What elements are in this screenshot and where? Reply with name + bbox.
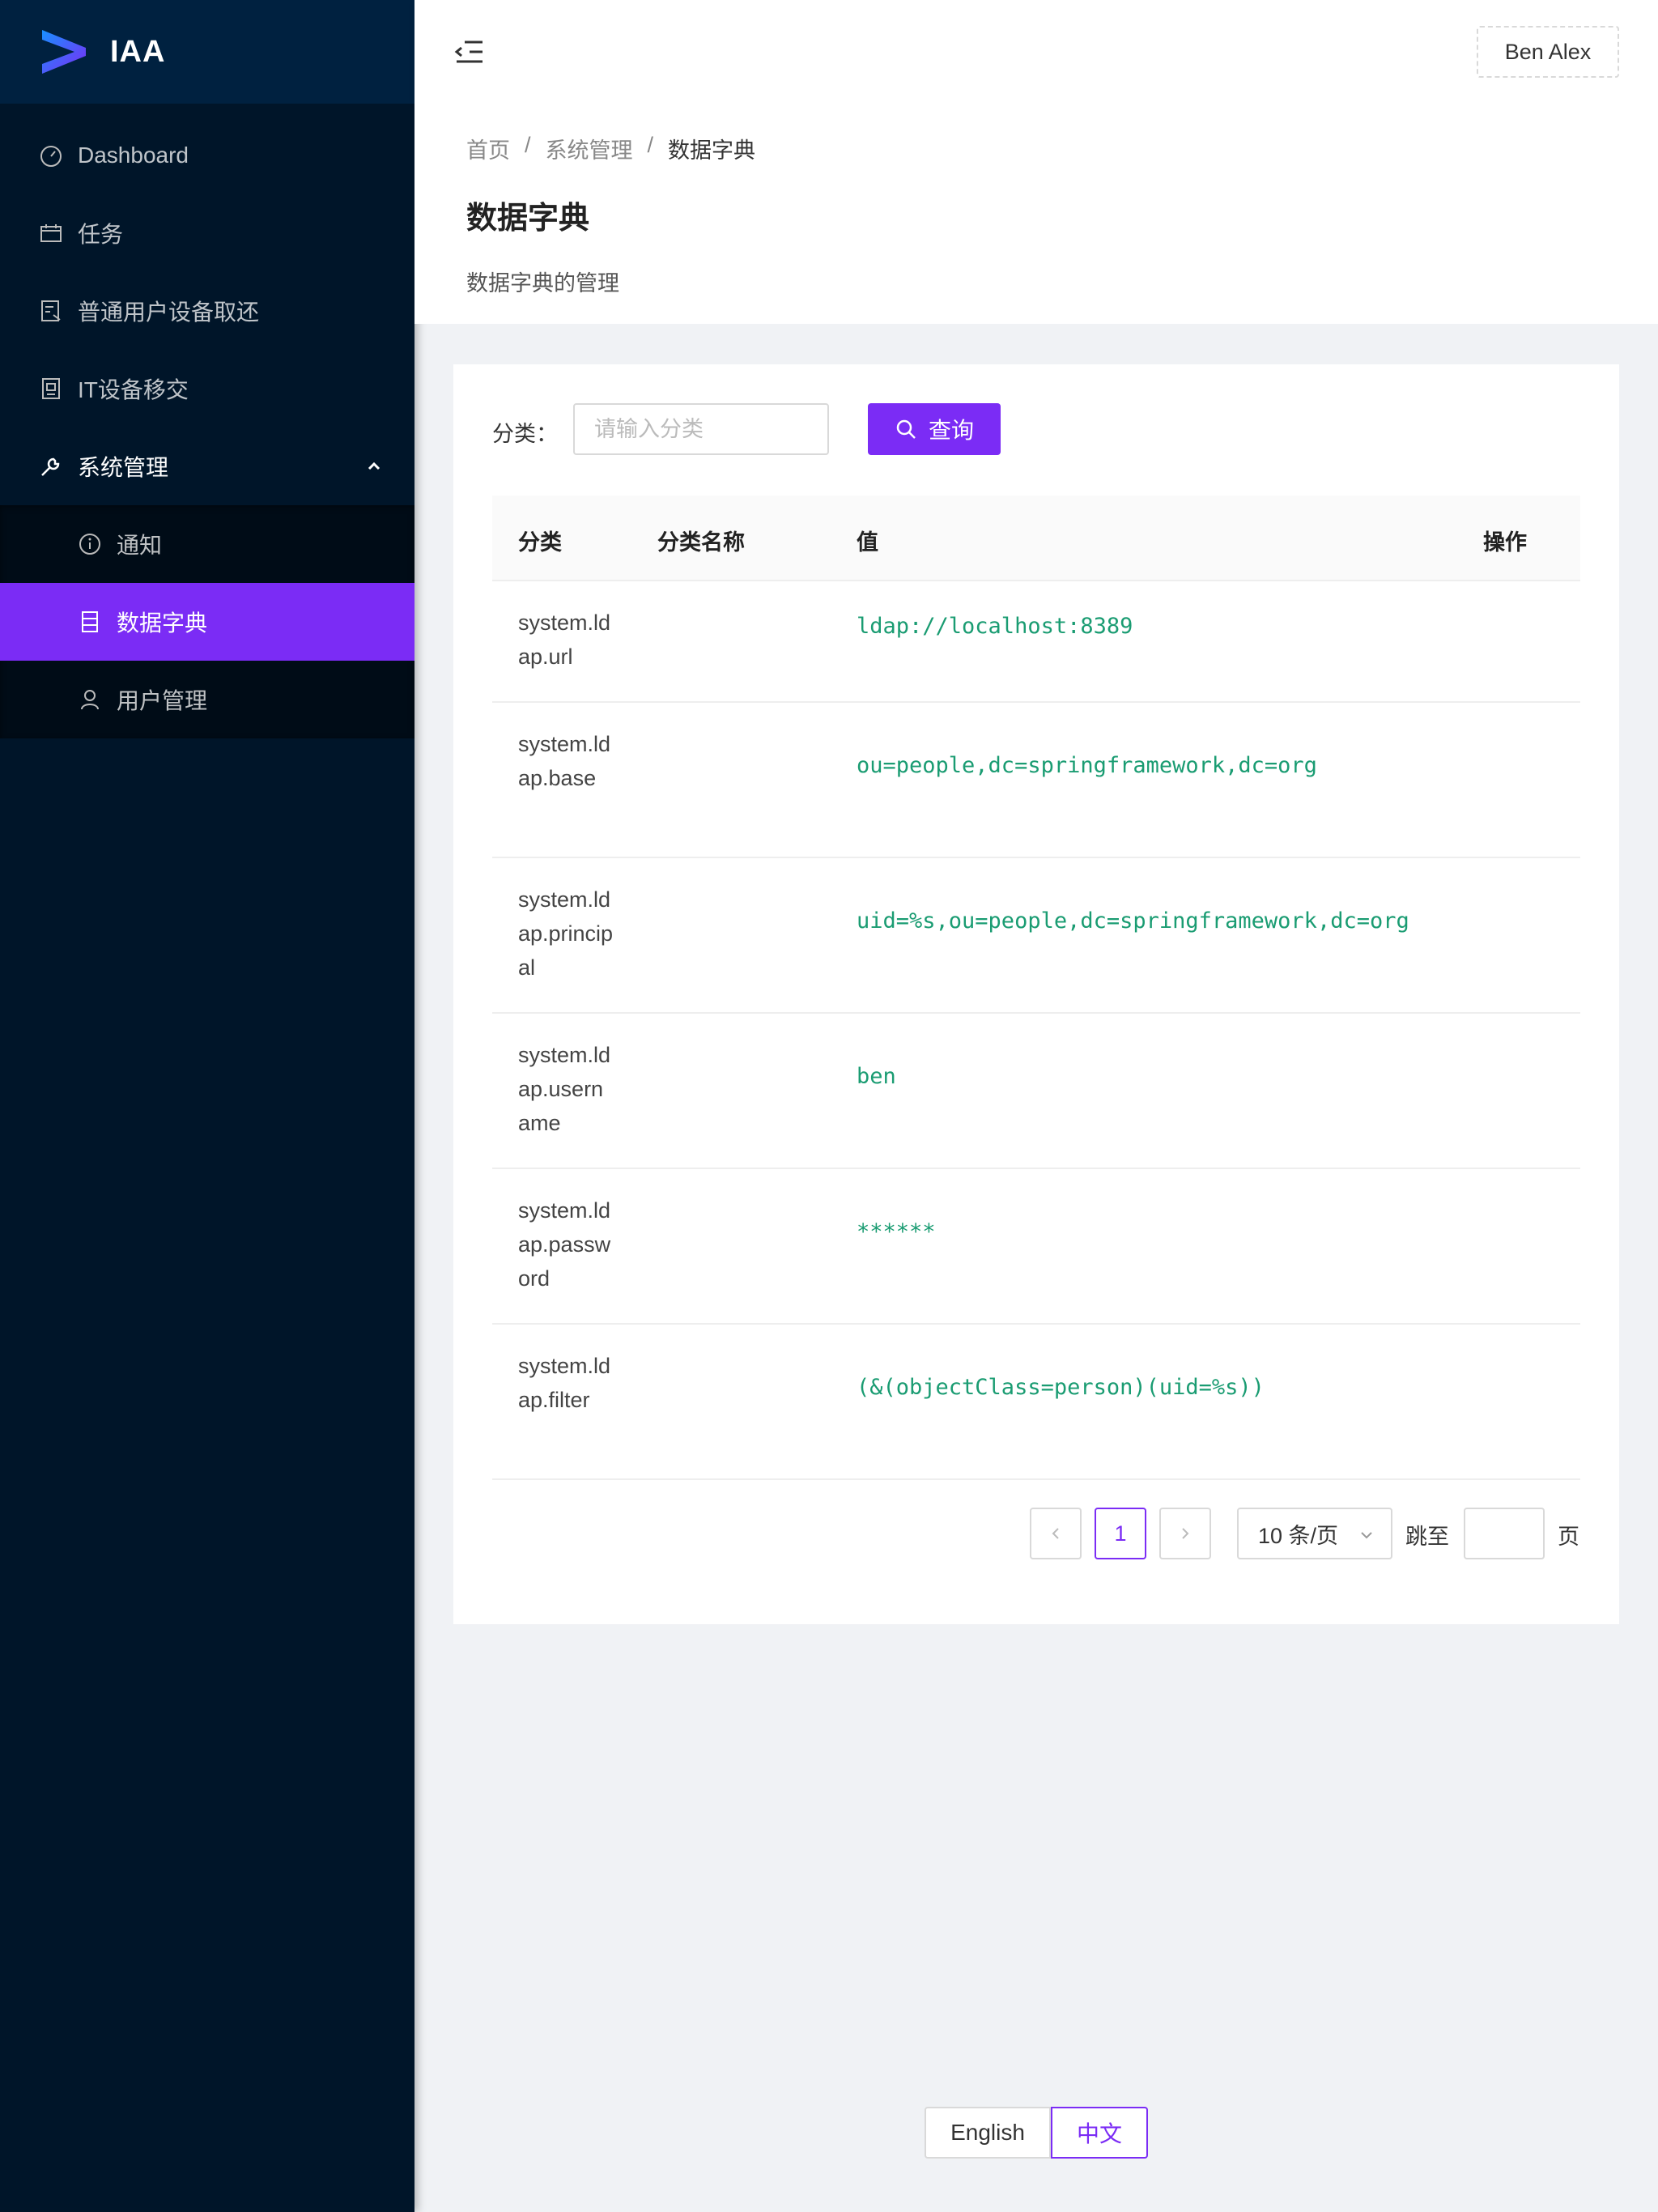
sidebar-item-label: Dashboard (78, 143, 189, 168)
sidebar-item-label: 用户管理 (117, 688, 208, 713)
breadcrumb-separator: / (647, 133, 654, 157)
logo[interactable]: IAA (0, 0, 414, 104)
table-row: system.ldap.username ben (492, 1014, 1580, 1169)
menu-fold-icon[interactable] (453, 36, 486, 68)
sidebar-item-it-handover[interactable]: IT设备移交 (0, 350, 414, 428)
chevron-right-icon (1182, 1528, 1189, 1539)
category-label: 分类： (492, 422, 558, 446)
breadcrumb: 首页 / 系统管理 / 数据字典 (466, 133, 755, 164)
table-row: system.ldap.base ou=people,dc=springfram… (492, 703, 1580, 858)
category-search-input[interactable] (573, 403, 829, 455)
cell-value: ldap://localhost:8389 (857, 614, 1133, 639)
page-button-current[interactable]: 1 (1095, 1508, 1146, 1559)
page-size-select[interactable]: 10 条/页 (1237, 1508, 1392, 1559)
table-header: 分类 分类名称 值 操作 (492, 496, 1580, 581)
page-suffix-label: 页 (1558, 1525, 1579, 1549)
chevron-left-icon (1052, 1528, 1059, 1539)
sidebar-item-system-management[interactable]: 系统管理 (0, 428, 414, 505)
page-header: 首页 / 系统管理 / 数据字典 数据字典 数据字典的管理 (414, 104, 1658, 324)
chevron-up-icon (368, 462, 380, 470)
table-row: system.ldap.filter (&(objectClass=person… (492, 1325, 1580, 1480)
profile-icon (78, 610, 102, 634)
user-icon (78, 687, 102, 712)
system-management-submenu: 通知 数据字典 用户管理 (0, 505, 414, 738)
jump-to-page-input[interactable] (1464, 1508, 1545, 1559)
sidebar-item-label: 系统管理 (78, 455, 169, 480)
breadcrumb-system-management[interactable]: 系统管理 (546, 133, 633, 164)
prev-page-button[interactable] (1030, 1508, 1082, 1559)
sidebar-item-dashboard[interactable]: Dashboard (0, 117, 414, 194)
data-dictionary-table: 分类 分类名称 值 操作 system.ldap.url ldap://loca… (492, 496, 1580, 1480)
column-header-value: 值 (857, 530, 878, 555)
sidebar-item-label: IT设备移交 (78, 377, 189, 402)
page-description: 数据字典的管理 (466, 271, 619, 296)
sidebar-item-notifications[interactable]: 通知 (0, 505, 414, 583)
chevron-down-icon (1361, 1532, 1372, 1539)
table-row: system.ldap.password ****** (492, 1169, 1580, 1325)
cell-category: system.ldap.base (518, 732, 611, 790)
search-button-label: 查询 (928, 418, 974, 443)
sidebar-item-data-dictionary[interactable]: 数据字典 (0, 583, 414, 661)
sidebar-item-tasks[interactable]: 任务 (0, 194, 414, 272)
language-english-button[interactable]: English (925, 2107, 1051, 2159)
cell-value: (&(objectClass=person)(uid=%s)) (857, 1375, 1265, 1400)
app-name: IAA (110, 34, 166, 69)
top-header: Ben Alex (414, 0, 1658, 104)
cell-value: uid=%s,ou=people,dc=springframework,dc=o… (857, 908, 1409, 934)
breadcrumb-current: 数据字典 (668, 138, 756, 163)
content-card: 分类： 查询 分类 分类名称 值 操作 system.ldap.url ldap… (453, 364, 1619, 1624)
cell-value: ou=people,dc=springframework,dc=org (857, 753, 1317, 778)
cell-category: system.ldap.password (518, 1198, 611, 1291)
cell-category: system.ldap.filter (518, 1354, 611, 1412)
breadcrumb-separator: / (525, 133, 531, 157)
calendar-icon (39, 221, 63, 245)
next-page-button[interactable] (1159, 1508, 1211, 1559)
search-button[interactable]: 查询 (868, 403, 1001, 455)
column-header-actions: 操作 (1483, 530, 1527, 555)
cell-category: system.ldap.principal (518, 887, 614, 980)
cell-value: ben (857, 1064, 896, 1089)
sidebar-item-label: 普通用户设备取还 (78, 300, 260, 325)
page-size-value: 10 条/页 (1258, 1523, 1339, 1548)
column-header-category-name: 分类名称 (657, 530, 745, 555)
sidebar-item-device-borrow[interactable]: 普通用户设备取还 (0, 272, 414, 350)
sidebar-item-label: 通知 (117, 533, 163, 558)
info-circle-icon (78, 532, 102, 556)
language-chinese-button[interactable]: 中文 (1051, 2107, 1148, 2159)
sidebar-item-label: 任务 (78, 222, 124, 247)
doc-icon (39, 376, 63, 401)
cell-value: ****** (857, 1219, 936, 1244)
cell-category: system.ldap.url (518, 610, 611, 669)
jump-to-label: 跳至 (1405, 1525, 1449, 1549)
table-row: system.ldap.principal uid=%s,ou=people,d… (492, 858, 1580, 1014)
form-icon (39, 299, 63, 323)
sidebar-item-user-management[interactable]: 用户管理 (0, 661, 414, 738)
sidebar: IAA Dashboard 任务 普通用户设备取还 IT设备移交 系统管理 通知… (0, 0, 414, 2212)
language-switch: English 中文 (925, 2107, 1148, 2159)
page-title: 数据字典 (466, 202, 590, 236)
cell-category: system.ldap.username (518, 1043, 611, 1135)
search-icon (896, 419, 916, 439)
breadcrumb-home[interactable]: 首页 (466, 133, 510, 164)
user-menu-button[interactable]: Ben Alex (1477, 26, 1619, 78)
tool-icon (39, 454, 63, 479)
logo-chevron-icon (42, 30, 86, 74)
sidebar-item-label: 数据字典 (117, 610, 208, 636)
sidebar-menu: Dashboard 任务 普通用户设备取还 IT设备移交 系统管理 通知 数据字… (0, 104, 414, 738)
dashboard-icon (39, 143, 63, 168)
table-row: system.ldap.url ldap://localhost:8389 (492, 581, 1580, 703)
column-header-category: 分类 (518, 530, 562, 555)
